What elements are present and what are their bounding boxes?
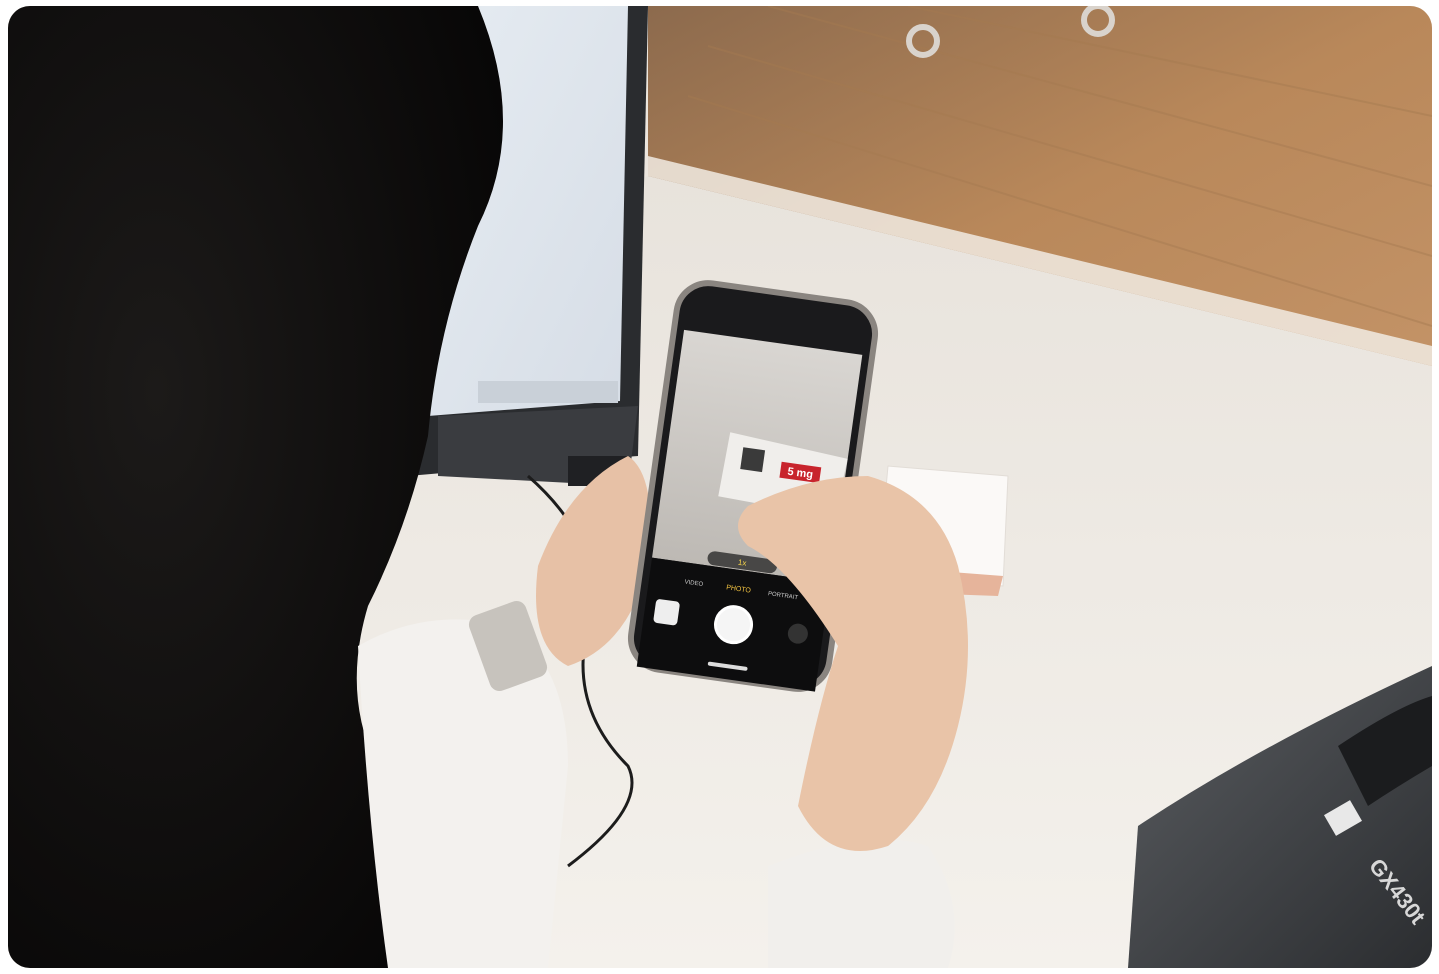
zoom-active[interactable]: 1x: [737, 558, 747, 568]
thumbnail-button[interactable]: [653, 599, 680, 626]
taskbar: [478, 381, 618, 403]
qr-code: [740, 447, 766, 473]
scene: 5 mg 1x PHOTO VIDEO PORTRAIT GX430t: [8, 6, 1432, 968]
photo-frame: 5 mg 1x PHOTO VIDEO PORTRAIT GX430t: [8, 6, 1432, 968]
lab-coat-sleeve-right: [768, 839, 955, 968]
